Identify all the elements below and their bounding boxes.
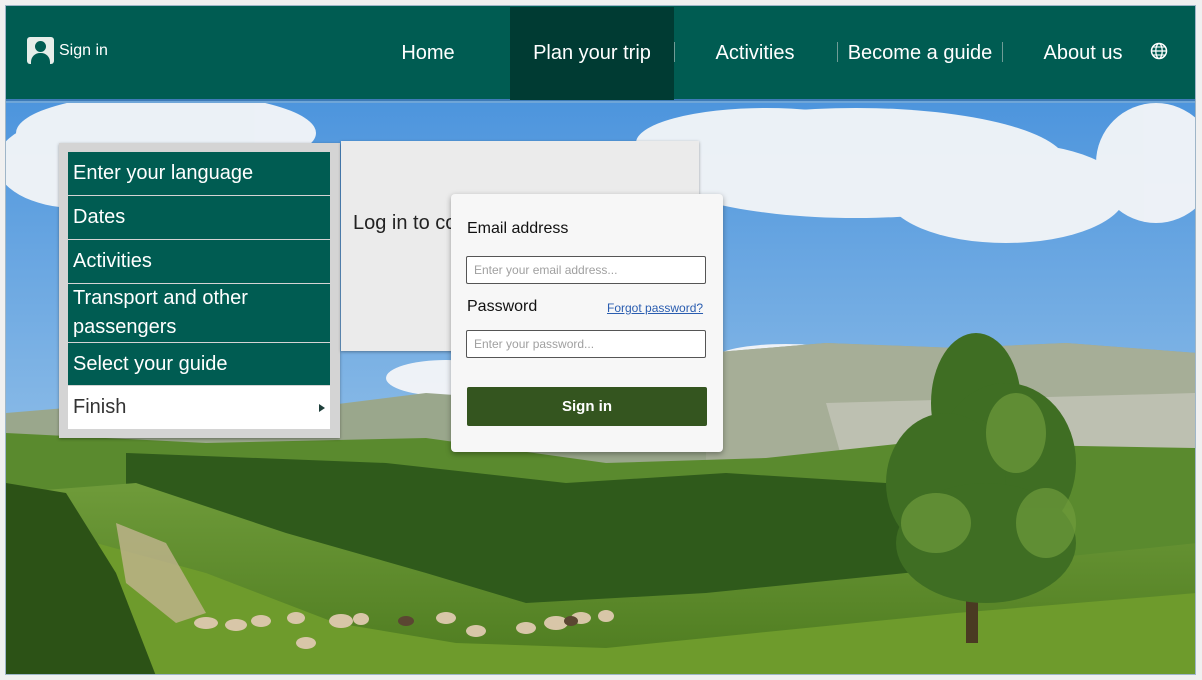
step-dates[interactable]: Dates <box>68 196 330 239</box>
nav-plan-your-trip[interactable]: Plan your trip <box>510 7 674 100</box>
nav-about-us[interactable]: About us <box>1026 7 1140 100</box>
nav-plan-your-trip-label: Plan your trip <box>533 42 651 64</box>
password-field[interactable] <box>466 330 706 358</box>
login-dialog: Email address Password Forgot password? … <box>451 194 723 452</box>
email-field[interactable] <box>466 256 706 284</box>
step-label: Finish <box>73 396 127 418</box>
nav-about-us-label: About us <box>1043 42 1123 64</box>
sign-in-button[interactable]: Sign in <box>467 387 707 426</box>
step-label: Transport and other passengers <box>73 287 248 338</box>
step-transport-and-other-passengers[interactable]: Transport and other passengers <box>68 284 330 342</box>
user-icon <box>27 37 54 64</box>
chevron-right-icon <box>319 404 325 412</box>
nav-become-a-guide[interactable]: Become a guide <box>839 7 1001 100</box>
forgot-password-link[interactable]: Forgot password? <box>607 301 703 315</box>
password-label: Password <box>467 298 538 315</box>
nav-home[interactable]: Home <box>368 7 488 100</box>
nav-home-label: Home <box>401 42 455 64</box>
nav-activities[interactable]: Activities <box>675 7 835 100</box>
nav-become-a-guide-label: Become a guide <box>847 42 993 64</box>
step-label: Activities <box>73 250 152 272</box>
sign-in-label: Sign in <box>59 41 108 59</box>
step-label: Enter your language <box>73 162 254 184</box>
top-navbar: Sign in Home Plan your trip Activities B… <box>6 6 1195 101</box>
app-window: Sign in Home Plan your trip Activities B… <box>5 5 1196 675</box>
nav-divider <box>837 42 838 62</box>
email-label: Email address <box>467 220 569 237</box>
step-label: Dates <box>73 206 126 228</box>
nav-activities-label: Activities <box>715 42 795 64</box>
nav-divider <box>1002 42 1003 62</box>
login-prompt-text: Log in to co <box>353 212 457 234</box>
step-enter-your-language[interactable]: Enter your language <box>68 152 330 195</box>
step-finish[interactable]: Finish <box>68 386 330 429</box>
trip-steps-panel: Enter your language Dates Activities Tra… <box>59 143 340 438</box>
globe-icon[interactable] <box>1150 42 1168 60</box>
step-activities[interactable]: Activities <box>68 240 330 283</box>
sign-in-link[interactable]: Sign in <box>27 37 108 64</box>
step-select-your-guide[interactable]: Select your guide <box>68 343 330 385</box>
step-label: Select your guide <box>73 352 228 375</box>
